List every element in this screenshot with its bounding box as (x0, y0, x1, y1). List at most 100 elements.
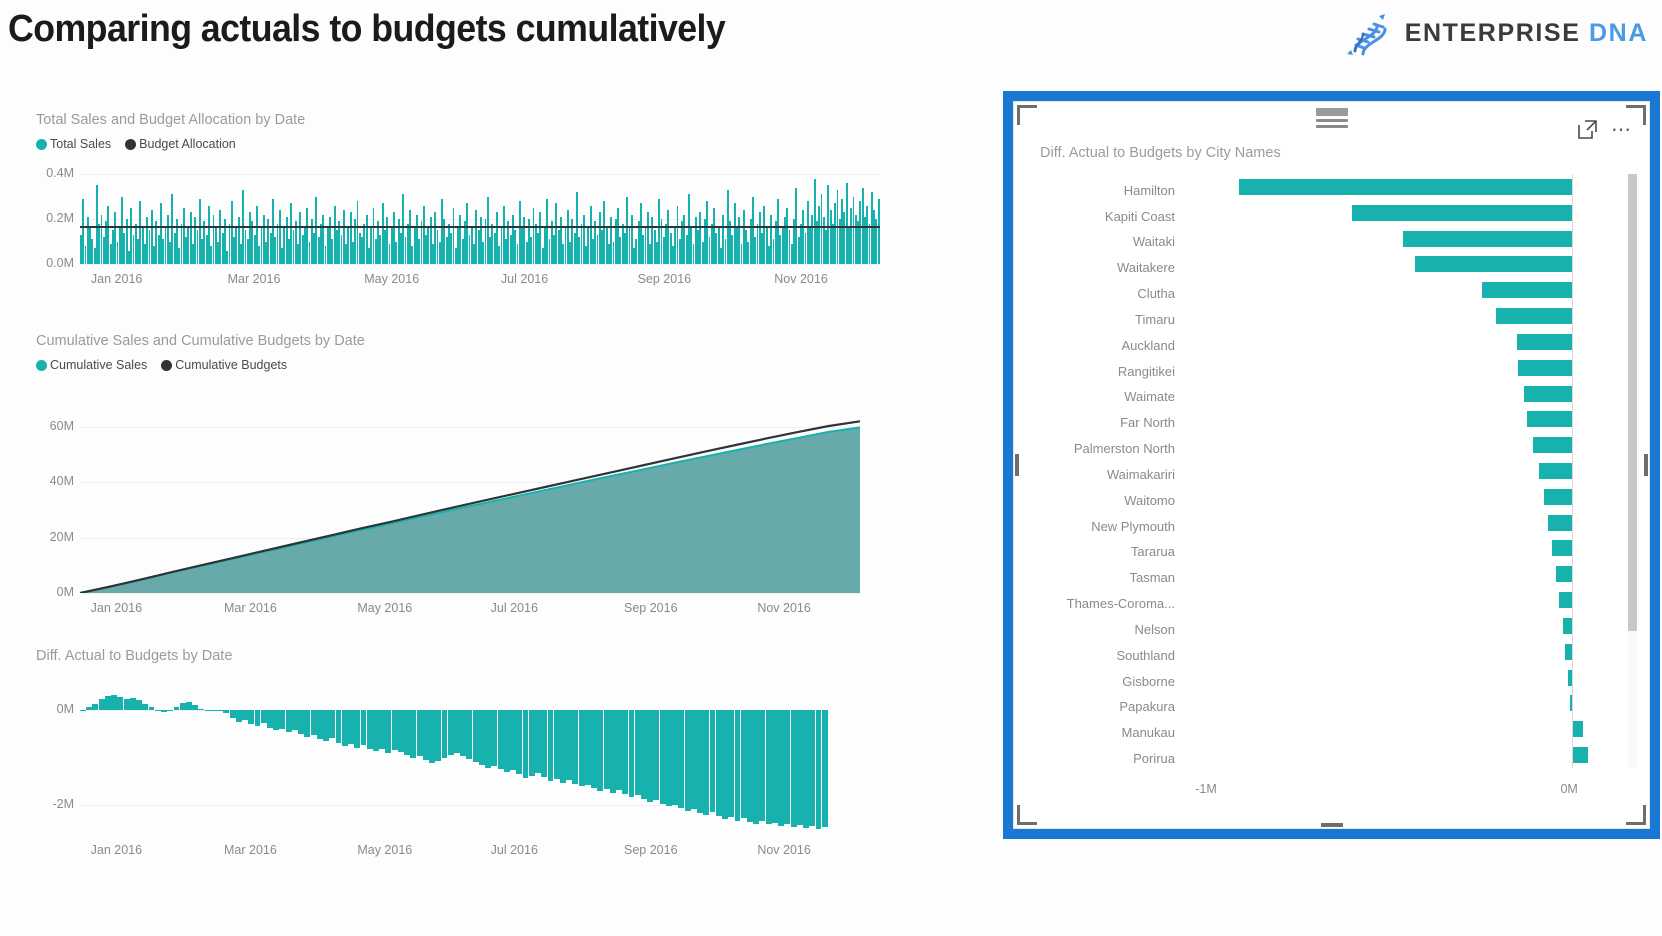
bar[interactable] (230, 710, 236, 719)
bar[interactable] (261, 710, 267, 723)
bar[interactable] (205, 710, 211, 711)
bar[interactable] (635, 710, 641, 795)
chart-legend[interactable]: Total Sales Budget Allocation (36, 137, 916, 151)
resize-handle-right[interactable] (1644, 454, 1648, 476)
bar[interactable] (198, 709, 204, 710)
bar[interactable] (186, 702, 192, 710)
bar[interactable] (1482, 282, 1572, 298)
bar[interactable] (697, 710, 703, 813)
resize-handle-bottom-left[interactable] (1017, 805, 1037, 825)
bar[interactable] (759, 710, 765, 821)
legend-item-total-sales[interactable]: Total Sales (36, 137, 111, 151)
bar[interactable] (504, 710, 510, 773)
bar-row[interactable]: Thames-Coroma... (1034, 591, 1609, 617)
bar[interactable] (111, 695, 117, 709)
bar[interactable] (448, 710, 454, 756)
bar[interactable] (1352, 205, 1572, 221)
bar[interactable] (1496, 308, 1573, 324)
bar[interactable] (797, 710, 803, 826)
visual-diff-actual-to-budgets-by-city[interactable]: ⋯ Diff. Actual to Budgets by City Names … (1013, 101, 1650, 829)
bar[interactable] (691, 710, 697, 810)
resize-handle-left[interactable] (1015, 454, 1019, 476)
bar[interactable] (816, 710, 822, 830)
bar[interactable] (685, 710, 691, 812)
bar[interactable] (491, 710, 497, 766)
bar[interactable] (367, 710, 373, 749)
bar[interactable] (192, 705, 198, 710)
bar[interactable] (510, 710, 516, 771)
bar-row[interactable]: Tararua (1034, 539, 1609, 565)
bar[interactable] (579, 710, 585, 787)
bar[interactable] (348, 710, 354, 744)
bar[interactable] (541, 710, 547, 777)
bar[interactable] (666, 710, 672, 807)
bar[interactable] (217, 710, 223, 711)
bar[interactable] (703, 710, 709, 815)
bar[interactable] (1556, 566, 1573, 582)
bar[interactable] (1239, 179, 1572, 195)
bar[interactable] (554, 710, 560, 779)
bar[interactable] (1518, 360, 1572, 376)
resize-handle-bottom-right[interactable] (1626, 805, 1646, 825)
bar[interactable] (392, 710, 398, 751)
bar[interactable] (753, 710, 759, 824)
bar-row[interactable]: Far North (1034, 410, 1609, 436)
bar[interactable] (223, 710, 229, 714)
bar[interactable] (485, 710, 491, 768)
bar[interactable] (136, 700, 142, 709)
selected-visual-container[interactable]: ⋯ Diff. Actual to Budgets by City Names … (1003, 91, 1660, 839)
bar[interactable] (1563, 618, 1573, 634)
drag-handle-icon[interactable] (1316, 108, 1348, 131)
bar[interactable] (498, 710, 504, 770)
bar[interactable] (273, 710, 279, 731)
bar[interactable] (1415, 256, 1573, 272)
bar[interactable] (597, 710, 603, 792)
bar[interactable] (778, 710, 784, 827)
bar[interactable] (80, 710, 86, 711)
vertical-scrollbar-thumb[interactable] (1628, 174, 1637, 631)
bar[interactable] (529, 710, 535, 776)
bar-row[interactable]: Waimate (1034, 385, 1609, 411)
bar-row[interactable]: Rangitikei (1034, 359, 1609, 385)
bar[interactable] (379, 710, 385, 750)
bar[interactable] (248, 710, 254, 724)
bar[interactable] (629, 710, 635, 797)
bar-row[interactable]: Auckland (1034, 333, 1609, 359)
bar[interactable] (130, 698, 136, 709)
bar[interactable] (766, 710, 772, 825)
bar-row[interactable]: Kapiti Coast (1034, 204, 1609, 230)
bar[interactable] (728, 710, 734, 817)
bar[interactable] (1565, 644, 1572, 660)
bar[interactable] (560, 710, 566, 783)
bar[interactable] (616, 710, 622, 791)
bar[interactable] (155, 710, 161, 711)
bar[interactable] (442, 710, 448, 758)
bar[interactable] (784, 710, 790, 824)
bar[interactable] (535, 710, 541, 774)
bar[interactable] (255, 710, 261, 726)
bar[interactable] (429, 710, 435, 763)
bar[interactable] (653, 710, 659, 800)
bar[interactable] (211, 710, 217, 711)
bar[interactable] (572, 710, 578, 784)
bar[interactable] (86, 707, 92, 709)
bar[interactable] (161, 710, 167, 712)
bar[interactable] (622, 710, 628, 794)
bar[interactable] (604, 710, 610, 790)
bar[interactable] (822, 710, 828, 828)
bar-row[interactable]: Tasman (1034, 565, 1609, 591)
bar[interactable] (149, 707, 155, 709)
bar[interactable] (741, 710, 747, 818)
bar[interactable] (167, 710, 173, 711)
bar[interactable] (385, 710, 391, 754)
bar[interactable] (772, 710, 778, 823)
bar[interactable] (1524, 386, 1573, 402)
bar[interactable] (1559, 592, 1572, 608)
bar[interactable] (279, 710, 285, 729)
bar[interactable] (1517, 334, 1573, 350)
bar[interactable] (641, 710, 647, 799)
bar[interactable] (803, 710, 809, 829)
bar-row[interactable]: New Plymouth (1034, 514, 1609, 540)
bar-row[interactable]: Manukau (1034, 720, 1609, 746)
bar[interactable] (1544, 489, 1572, 505)
